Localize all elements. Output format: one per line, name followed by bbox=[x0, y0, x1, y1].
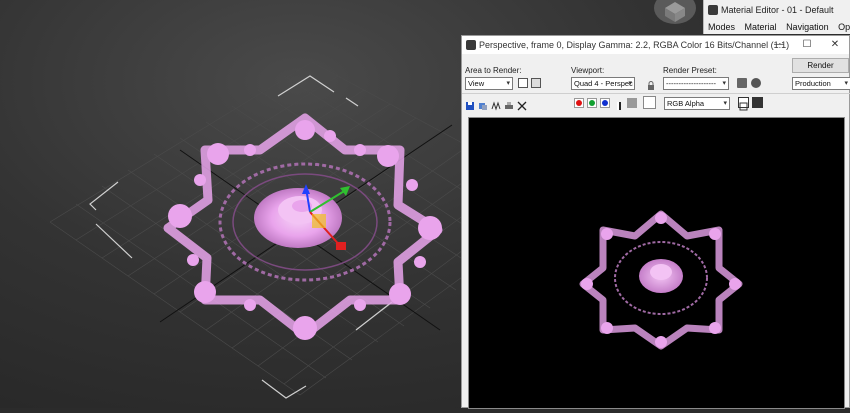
area-to-render-label: Area to Render: bbox=[465, 66, 522, 75]
minimize-button[interactable]: — bbox=[765, 36, 793, 54]
rose-wreath-object bbox=[163, 113, 443, 340]
app-icon bbox=[466, 40, 476, 50]
menu-navigation[interactable]: Navigation bbox=[786, 22, 829, 32]
render-setup-icon[interactable] bbox=[737, 78, 747, 88]
toggle-display-icon[interactable] bbox=[752, 97, 763, 108]
red-channel-toggle[interactable] bbox=[574, 98, 584, 108]
save-image-icon[interactable] bbox=[465, 98, 475, 110]
mono-toggle-icon[interactable] bbox=[627, 98, 637, 108]
channel-value: RGB Alpha bbox=[667, 99, 705, 108]
material-editor-window[interactable]: Material Editor - 01 - Default Modes Mat… bbox=[703, 0, 850, 34]
window-controls: — ☐ ✕ bbox=[765, 36, 849, 54]
chevron-down-icon: ▾ bbox=[506, 80, 510, 87]
material-editor-title: Material Editor - 01 - Default bbox=[708, 5, 834, 15]
material-editor-menu: Modes Material Navigation Options bbox=[708, 22, 850, 32]
channel-dropdown[interactable]: RGB Alpha ▾ bbox=[664, 97, 730, 110]
copy-image-icon[interactable] bbox=[478, 98, 488, 110]
render-button[interactable]: Render bbox=[792, 58, 849, 73]
menu-material[interactable]: Material bbox=[745, 22, 777, 32]
render-window-title: Perspective, frame 0, Display Gamma: 2.2… bbox=[479, 40, 790, 50]
lock-icon[interactable] bbox=[646, 78, 656, 90]
production-value: Production bbox=[795, 79, 831, 88]
close-button[interactable]: ✕ bbox=[821, 36, 849, 54]
blue-channel-toggle[interactable] bbox=[600, 98, 610, 108]
print-icon[interactable] bbox=[504, 98, 514, 109]
viewport-label: Viewport: bbox=[571, 66, 605, 75]
viewcube-icon[interactable] bbox=[652, 0, 698, 26]
maximize-button[interactable]: ☐ bbox=[793, 36, 821, 54]
toggle-ui-overlay-icon[interactable] bbox=[738, 97, 749, 111]
green-channel-toggle[interactable] bbox=[587, 98, 597, 108]
auto-region-icon[interactable] bbox=[531, 78, 541, 88]
area-to-render-value: View bbox=[468, 79, 485, 88]
rendered-rose-wreath bbox=[579, 210, 743, 350]
render-preset-dropdown[interactable]: -------------------- ▾ bbox=[663, 77, 729, 90]
render-preset-value: -------------------- bbox=[666, 79, 716, 88]
rendered-frame-window: Perspective, frame 0, Display Gamma: 2.2… bbox=[461, 35, 850, 409]
app-icon bbox=[708, 5, 718, 15]
chevron-down-icon: ▾ bbox=[723, 100, 727, 107]
chevron-down-icon: ▾ bbox=[722, 80, 726, 87]
chevron-down-icon: ▾ bbox=[844, 80, 848, 87]
alpha-toggle-icon[interactable] bbox=[614, 98, 624, 110]
menu-modes[interactable]: Modes bbox=[708, 22, 735, 32]
clear-icon[interactable] bbox=[517, 98, 527, 111]
color-swatch[interactable] bbox=[643, 96, 656, 109]
viewport-value: Quad 4 - Perspec bbox=[574, 79, 633, 88]
production-dropdown[interactable]: Production ▾ bbox=[792, 77, 850, 90]
edit-region-icon[interactable] bbox=[518, 78, 528, 88]
chevron-down-icon: ▾ bbox=[628, 80, 632, 87]
area-to-render-dropdown[interactable]: View ▾ bbox=[465, 77, 513, 90]
render-window-titlebar: Perspective, frame 0, Display Gamma: 2.2… bbox=[462, 36, 849, 54]
render-preset-label: Render Preset: bbox=[663, 66, 717, 75]
menu-options[interactable]: Options bbox=[838, 22, 850, 32]
viewport-dropdown[interactable]: Quad 4 - Perspec ▾ bbox=[571, 77, 635, 90]
clone-window-icon[interactable] bbox=[491, 98, 501, 111]
rendered-image bbox=[468, 117, 845, 409]
toolbar-separator bbox=[462, 93, 850, 94]
teapot-icon[interactable] bbox=[751, 78, 761, 88]
material-editor-title-text: Material Editor - 01 - Default bbox=[721, 5, 834, 15]
